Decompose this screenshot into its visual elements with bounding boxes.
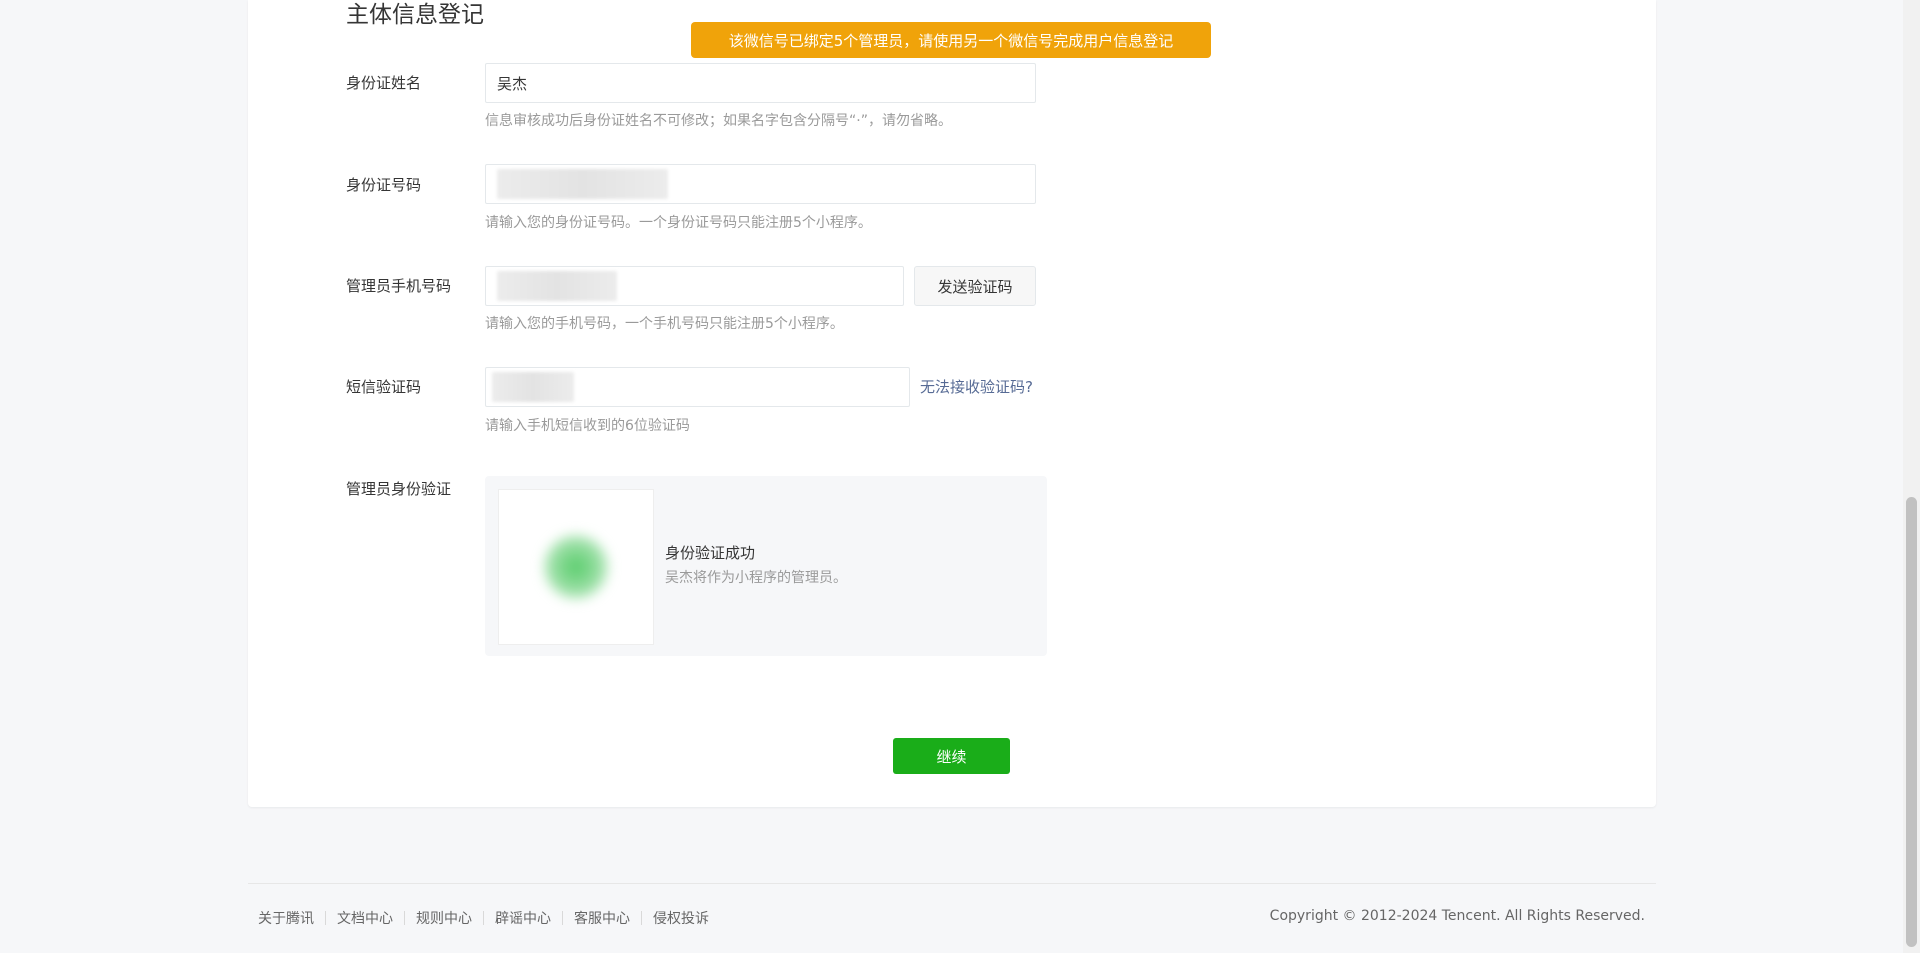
scrollbar-thumb[interactable]	[1906, 497, 1917, 947]
scrollbar[interactable]	[1903, 0, 1920, 953]
divider	[483, 911, 484, 925]
masked-value	[497, 271, 617, 301]
cannot-receive-code-link[interactable]: 无法接收验证码?	[920, 376, 1033, 397]
divider	[404, 911, 405, 925]
id-number-tip: 请输入您的身份证号码。一个身份证号码只能注册5个小程序。	[485, 215, 872, 231]
success-check-icon	[544, 535, 608, 599]
masked-value	[497, 169, 668, 199]
footer-link-infringement[interactable]: 侵权投诉	[653, 908, 709, 928]
verify-status-title: 身份验证成功	[665, 544, 756, 562]
name-tip: 信息审核成功后身份证姓名不可修改；如果名字包含分隔号“·”，请勿省略。	[485, 113, 952, 129]
footer-link-about[interactable]: 关于腾讯	[258, 908, 314, 928]
name-label: 身份证姓名	[346, 74, 422, 92]
admin-verify-panel: 身份验证成功 吴杰将作为小程序的管理员。	[485, 476, 1047, 656]
continue-button[interactable]: 继续	[893, 738, 1010, 774]
admin-verify-label: 管理员身份验证	[346, 480, 452, 498]
warning-toast: 该微信号已绑定5个管理员，请使用另一个微信号完成用户信息登记	[691, 22, 1211, 58]
verify-status-desc: 吴杰将作为小程序的管理员。	[665, 570, 847, 586]
id-number-label: 身份证号码	[346, 176, 422, 194]
divider	[641, 911, 642, 925]
footer-links: 关于腾讯 文档中心 规则中心 辟谣中心 客服中心 侵权投诉	[258, 908, 709, 928]
divider	[562, 911, 563, 925]
phone-tip: 请输入您的手机号码，一个手机号码只能注册5个小程序。	[485, 316, 844, 332]
footer-divider	[248, 883, 1656, 884]
divider	[325, 911, 326, 925]
registration-card: 主体信息登记 该微信号已绑定5个管理员，请使用另一个微信号完成用户信息登记 身份…	[248, 0, 1656, 807]
section-title: 主体信息登记	[346, 2, 484, 28]
id-number-input[interactable]	[485, 164, 1036, 204]
qr-code-image	[498, 489, 654, 645]
phone-input[interactable]	[485, 266, 904, 306]
name-input[interactable]: 吴杰	[485, 63, 1036, 103]
copyright: Copyright © 2012-2024 Tencent. All Right…	[1269, 908, 1645, 924]
masked-value	[492, 372, 574, 402]
footer-link-docs[interactable]: 文档中心	[337, 908, 393, 928]
sms-code-input[interactable]	[485, 367, 910, 407]
sms-code-label: 短信验证码	[346, 378, 422, 396]
phone-label: 管理员手机号码	[346, 277, 452, 295]
footer-link-rumor[interactable]: 辟谣中心	[495, 908, 551, 928]
send-code-button[interactable]: 发送验证码	[914, 266, 1036, 306]
footer-link-support[interactable]: 客服中心	[574, 908, 630, 928]
name-input-value: 吴杰	[497, 74, 528, 93]
footer-link-rules[interactable]: 规则中心	[416, 908, 472, 928]
sms-code-tip: 请输入手机短信收到的6位验证码	[485, 418, 690, 434]
